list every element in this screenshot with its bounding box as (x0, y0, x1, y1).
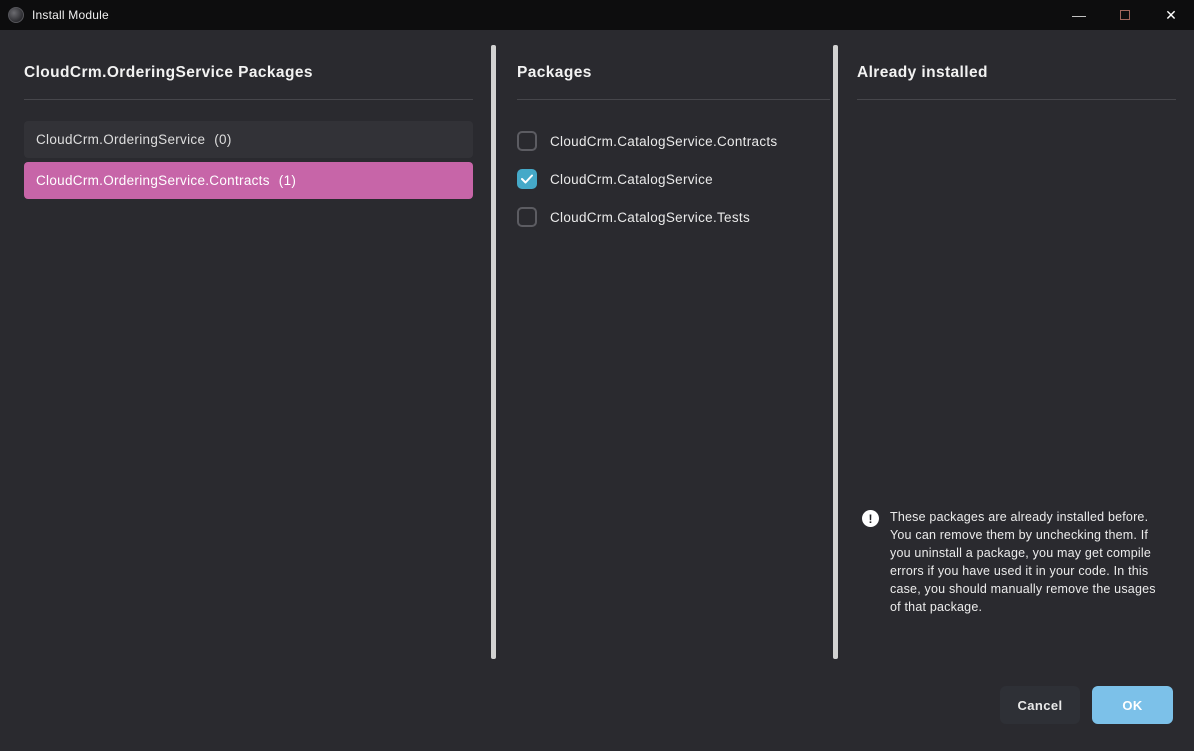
module-item-orderingservice-contracts[interactable]: CloudCrm.OrderingService.Contracts (1) (24, 162, 473, 199)
column-separator-2[interactable] (833, 45, 838, 659)
module-item-label: CloudCrm.OrderingService (36, 132, 205, 147)
window-title: Install Module (32, 8, 109, 22)
package-label: CloudCrm.CatalogService.Contracts (550, 134, 777, 149)
cancel-button[interactable]: Cancel (1000, 686, 1080, 724)
checkbox[interactable] (517, 131, 537, 151)
titlebar[interactable]: Install Module — ✕ (0, 0, 1194, 30)
info-note-text: These packages are already installed bef… (890, 508, 1156, 616)
already-installed-title: Already installed (857, 64, 1176, 100)
modules-panel: CloudCrm.OrderingService Packages CloudC… (24, 64, 473, 203)
module-item-count: (1) (279, 173, 296, 188)
ok-button[interactable]: OK (1092, 686, 1173, 724)
module-item-count: (0) (214, 132, 231, 147)
module-item-orderingservice[interactable]: CloudCrm.OrderingService (0) (24, 121, 473, 158)
package-row-catalogservice-tests[interactable]: CloudCrm.CatalogService.Tests (517, 198, 830, 236)
close-icon: ✕ (1165, 7, 1177, 24)
maximize-button[interactable] (1102, 0, 1148, 30)
modules-panel-title: CloudCrm.OrderingService Packages (24, 64, 473, 100)
package-row-catalogservice-contracts[interactable]: CloudCrm.CatalogService.Contracts (517, 122, 830, 160)
package-row-catalogservice[interactable]: CloudCrm.CatalogService (517, 160, 830, 198)
info-note: ! These packages are already installed b… (862, 508, 1162, 616)
module-list: CloudCrm.OrderingService (0) CloudCrm.Or… (24, 121, 473, 199)
packages-panel-title: Packages (517, 64, 830, 100)
already-installed-panel: Already installed (857, 64, 1176, 100)
packages-panel: Packages CloudCrm.CatalogService.Contrac… (517, 64, 830, 236)
package-label: CloudCrm.CatalogService.Tests (550, 210, 750, 225)
window-controls: — ✕ (1056, 0, 1194, 30)
module-item-label: CloudCrm.OrderingService.Contracts (36, 173, 270, 188)
minimize-button[interactable]: — (1056, 0, 1102, 30)
column-separator-1[interactable] (491, 45, 496, 659)
check-icon (521, 174, 533, 184)
exclamation-circle-icon: ! (862, 510, 879, 527)
app-icon (8, 7, 24, 23)
package-label: CloudCrm.CatalogService (550, 172, 713, 187)
close-button[interactable]: ✕ (1148, 0, 1194, 30)
checkbox[interactable] (517, 169, 537, 189)
maximize-icon (1120, 10, 1130, 20)
footer-actions: Cancel OK (1000, 686, 1173, 724)
checkbox[interactable] (517, 207, 537, 227)
package-list: CloudCrm.CatalogService.Contracts CloudC… (517, 122, 830, 236)
minimize-icon: — (1072, 10, 1086, 20)
